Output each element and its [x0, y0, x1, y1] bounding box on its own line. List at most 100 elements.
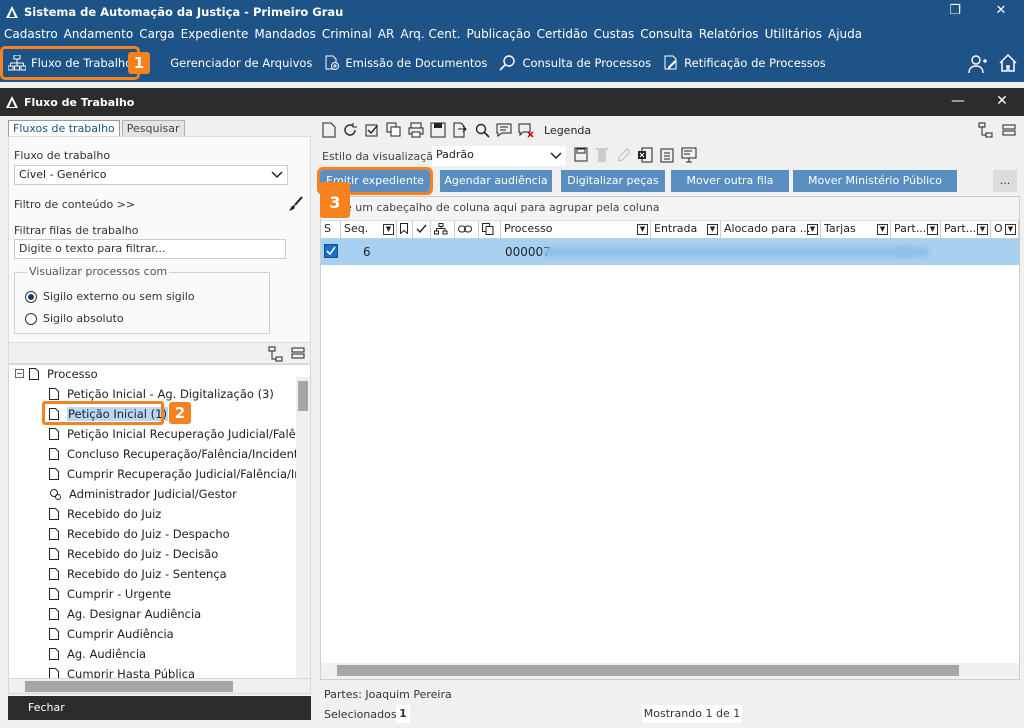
- menu-andamento[interactable]: Andamento: [64, 27, 134, 41]
- fechar-button[interactable]: Fechar: [8, 696, 311, 720]
- export-icon[interactable]: [452, 122, 468, 138]
- users-icon[interactable]: [968, 54, 988, 74]
- tree-item[interactable]: Cumprir Recuperação Judicial/Falência/In…: [49, 465, 308, 483]
- delete-comment-icon[interactable]: [518, 122, 534, 138]
- print-icon[interactable]: [408, 122, 424, 138]
- expand-tree-icon[interactable]: [268, 346, 284, 362]
- more-button[interactable]: ...: [993, 170, 1017, 192]
- tree-vertical-scrollbar[interactable]: [296, 377, 310, 682]
- menu-utilitarios[interactable]: Utilitários: [765, 27, 822, 41]
- col-header-alocado[interactable]: Alocado para ... ▼: [721, 221, 821, 239]
- tab-pesquisar[interactable]: Pesquisar: [121, 120, 185, 136]
- dropdown-arrow-icon[interactable]: ▼: [927, 224, 938, 235]
- toolbar-fluxo-trabalho-button[interactable]: Fluxo de Trabalho: [0, 46, 141, 80]
- menu-custas[interactable]: Custas: [594, 27, 635, 41]
- tree-view-icon[interactable]: [978, 122, 994, 138]
- col-header-partes-2[interactable]: Part... ▼: [941, 221, 991, 239]
- new-document-icon[interactable]: [322, 122, 336, 138]
- menu-ajuda[interactable]: Ajuda: [828, 27, 862, 41]
- col-header-link[interactable]: [455, 221, 479, 239]
- tree-item[interactable]: Recebido do Juiz: [49, 505, 161, 523]
- search-file-icon[interactable]: [474, 122, 490, 138]
- tree-collapse-toggle[interactable]: −: [15, 369, 24, 378]
- menu-cadastro[interactable]: Cadastro: [4, 27, 58, 41]
- legenda-label[interactable]: Legenda: [544, 124, 591, 137]
- refresh-icon[interactable]: [342, 122, 358, 138]
- fluxo-select[interactable]: Cível - Genérico: [14, 165, 288, 185]
- dropdown-arrow-icon[interactable]: ▼: [877, 224, 888, 235]
- tree-item[interactable]: Recebido do Juiz - Decisão: [49, 545, 218, 563]
- comment-icon[interactable]: [496, 122, 512, 138]
- filtrar-input[interactable]: Digite o texto para filtrar...: [14, 239, 286, 259]
- minimize-panel-icon[interactable]: —: [938, 88, 978, 116]
- menu-mandados[interactable]: Mandados: [254, 27, 316, 41]
- close-panel-icon[interactable]: ✕: [982, 88, 1022, 116]
- toolbar-retificacao-button[interactable]: Retificação de Processos: [657, 48, 832, 78]
- tree-root-processo[interactable]: Processo: [29, 365, 98, 383]
- row-checkbox[interactable]: [324, 244, 338, 258]
- agendar-audiencia-button[interactable]: Agendar audiência: [440, 170, 552, 192]
- menu-arq-cent[interactable]: Arq. Cent.: [400, 27, 460, 41]
- list-view-icon[interactable]: [1002, 123, 1016, 137]
- restore-icon[interactable]: ❐: [932, 0, 978, 24]
- tree-item[interactable]: Administrador Judicial/Gestor: [49, 485, 237, 503]
- tree-item[interactable]: Cumprir - Urgente: [49, 585, 171, 603]
- col-header-partes-1[interactable]: Part... ▼: [891, 221, 941, 239]
- dropdown-arrow-icon[interactable]: ▼: [707, 224, 718, 235]
- tree-item[interactable]: Cumprir Audiência: [49, 625, 174, 643]
- collapse-tree-icon[interactable]: [291, 346, 305, 360]
- scroll-thumb[interactable]: [298, 381, 308, 411]
- tree-horizontal-scrollbar[interactable]: [8, 678, 311, 694]
- close-window-icon[interactable]: ✕: [978, 0, 1024, 24]
- excel-icon[interactable]: [637, 147, 653, 163]
- dropdown-arrow-icon[interactable]: ▼: [977, 224, 988, 235]
- copy-icon[interactable]: [386, 122, 402, 138]
- col-header-s[interactable]: S: [321, 221, 341, 239]
- col-header-bookmark[interactable]: [397, 221, 413, 239]
- tree-item[interactable]: Recebido do Juiz - Sentença: [49, 565, 227, 583]
- clipboard-icon[interactable]: [660, 147, 674, 163]
- col-header-seq[interactable]: Seq. ▼: [341, 221, 397, 239]
- dropdown-arrow-icon[interactable]: ▼: [807, 224, 818, 235]
- menu-ar[interactable]: AR: [378, 27, 395, 41]
- col-header-check[interactable]: [413, 221, 431, 239]
- toolbar-consulta-button[interactable]: Consulta de Processos: [493, 48, 657, 78]
- mover-ministerio-publico-button[interactable]: Mover Ministério Público: [793, 170, 957, 192]
- screen-export-icon[interactable]: [681, 147, 697, 163]
- col-header-o[interactable]: O ▼: [991, 221, 1019, 239]
- toolbar-emissao-button[interactable]: Emissão de Documentos: [318, 48, 493, 78]
- dropdown-arrow-icon[interactable]: ▼: [637, 224, 648, 235]
- pencil-icon[interactable]: [616, 147, 630, 163]
- radio-sigilo-externo[interactable]: [25, 291, 37, 303]
- menu-consulta[interactable]: Consulta: [640, 27, 693, 41]
- tab-fluxos-trabalho[interactable]: Fluxos de trabalho: [8, 120, 120, 136]
- scroll-thumb[interactable]: [25, 681, 233, 692]
- brush-icon[interactable]: [288, 196, 304, 212]
- tree-item[interactable]: Recebido do Juiz - Despacho: [49, 525, 230, 543]
- menu-expediente[interactable]: Expediente: [181, 27, 249, 41]
- col-header-tarjas[interactable]: Tarjas ▼: [821, 221, 891, 239]
- col-header-entrada[interactable]: Entrada ▼: [651, 221, 721, 239]
- dropdown-arrow-icon[interactable]: ▼: [1005, 224, 1016, 235]
- grid-horizontal-scrollbar[interactable]: [321, 663, 1019, 679]
- scroll-thumb[interactable]: [337, 665, 959, 676]
- menu-criminal[interactable]: Criminal: [322, 27, 372, 41]
- menu-certidao[interactable]: Certidão: [537, 27, 588, 41]
- toolbar-gerenciador-button[interactable]: Gerenciador de Arquivos: [164, 48, 318, 78]
- tree-item[interactable]: Ag. Designar Audiência: [49, 605, 201, 623]
- digitalizar-pecas-button[interactable]: Digitalizar peças: [561, 170, 665, 192]
- mover-outra-fila-button[interactable]: Mover outra fila: [671, 170, 789, 192]
- radio-sigilo-absoluto[interactable]: [25, 313, 37, 325]
- trash-icon[interactable]: [595, 147, 609, 163]
- home-icon[interactable]: [998, 53, 1018, 73]
- estilo-select[interactable]: Padrão: [432, 146, 566, 166]
- tree-item[interactable]: Concluso Recuperação/Falência/Incidentes: [49, 445, 310, 463]
- filtro-conteudo-link[interactable]: Filtro de conteúdo >>: [14, 198, 135, 211]
- checkbox-list-icon[interactable]: [364, 122, 380, 138]
- menu-carga[interactable]: Carga: [139, 27, 174, 41]
- tree-item[interactable]: Petição Inicial Recuperação Judicial/Fal…: [49, 425, 309, 443]
- tree-item[interactable]: Ag. Audiência: [49, 645, 146, 663]
- table-row[interactable]: 6 000007: [321, 239, 1019, 265]
- save-style-icon[interactable]: [574, 147, 588, 163]
- menu-relatorios[interactable]: Relatórios: [699, 27, 759, 41]
